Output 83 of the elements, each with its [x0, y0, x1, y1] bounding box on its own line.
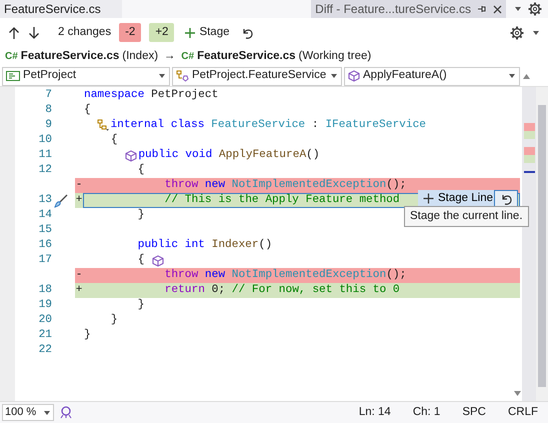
diff-marker: +	[75, 193, 83, 208]
line-number: 20	[38, 313, 52, 328]
caret-icon[interactable]	[532, 28, 540, 36]
language-label: C#	[181, 50, 194, 64]
indent-mode[interactable]: SPC	[462, 404, 486, 422]
project-icon	[6, 70, 20, 82]
code-text: public int Indexer()	[136, 238, 272, 253]
line-number: 8	[44, 103, 52, 118]
code-text: internal class FeatureService : IFeatureService	[110, 118, 426, 133]
line-number: 7	[44, 88, 52, 104]
dropdown[interactable]: PetProject	[2, 66, 170, 86]
diff-marker: +	[75, 283, 83, 298]
class-icon	[97, 119, 110, 132]
line-number: 16	[38, 238, 52, 254]
settings-icon[interactable]	[528, 2, 542, 16]
line-number: 12	[38, 163, 52, 178]
line-number: 15	[38, 223, 52, 238]
class-icon	[176, 70, 189, 82]
code-text: }	[136, 298, 144, 313]
code-text: {	[84, 103, 91, 118]
method-icon	[348, 70, 360, 82]
code-text: public void ApplyFeatureA()	[138, 148, 320, 163]
down-arrow-icon[interactable]	[28, 26, 40, 40]
vertical-scrollbar[interactable]	[536, 87, 548, 401]
caret-icon	[43, 408, 51, 416]
cursor-column[interactable]: Ch: 1	[412, 404, 440, 422]
code-text: {	[110, 133, 118, 148]
caret-icon	[508, 72, 516, 80]
code-text: namespace PetProject	[84, 88, 218, 103]
code-text: {	[136, 163, 144, 178]
cube-icon	[152, 254, 164, 266]
document-tab[interactable]: Diff - Feature...tureService.cs	[311, 0, 506, 18]
scroll-down-icon[interactable]	[513, 390, 522, 398]
zoom-dropdown[interactable]: 100 %	[2, 404, 54, 421]
diff-marker: -	[75, 178, 83, 194]
dropdown[interactable]: PetProject.FeatureService	[172, 66, 342, 86]
removed-lines-count: -2	[119, 22, 142, 42]
version-label: (Index)	[122, 48, 158, 64]
arrow-text: →	[164, 48, 176, 64]
plus-icon	[184, 26, 196, 38]
tooltip: Stage the current line.	[404, 206, 529, 228]
file-name: FeatureService.cs	[197, 48, 296, 64]
line-number: 13	[38, 193, 52, 208]
code-text: {	[136, 253, 146, 268]
diff-marker: -	[75, 268, 83, 284]
line-number: 14	[38, 208, 52, 224]
language-label: C#	[5, 50, 18, 64]
plus-icon	[423, 193, 434, 204]
caret-icon[interactable]	[514, 5, 522, 13]
line-number: 21	[38, 328, 52, 344]
line-number: 11	[38, 148, 52, 164]
caret-icon	[330, 72, 338, 80]
line-number: 10	[38, 133, 52, 148]
dropdown[interactable]: ApplyFeatureA()	[344, 66, 520, 86]
code-text: }	[136, 208, 144, 223]
code-text: }	[84, 328, 91, 343]
line-number: 22	[38, 343, 52, 358]
line-ending[interactable]: CRLF	[508, 404, 538, 422]
code-text: throw new NotImplementedException();	[164, 178, 406, 193]
up-arrow-icon[interactable]	[8, 26, 20, 40]
code-text: throw new NotImplementedException();	[164, 268, 406, 283]
document-tab[interactable]: FeatureService.cs	[0, 0, 122, 18]
scroll-up-icon[interactable]	[522, 72, 531, 80]
caret-icon	[158, 72, 166, 80]
code-text: return 0; // For now, set this to 0	[164, 283, 400, 298]
line-number: 19	[38, 298, 52, 314]
file-name: FeatureService.cs	[20, 48, 120, 64]
code-text: // This is the Apply Feature method	[164, 193, 400, 208]
change-count: 2 changes	[58, 24, 112, 40]
settings-icon[interactable]	[510, 26, 524, 40]
code-text: }	[110, 313, 118, 328]
revert-line-button[interactable]	[494, 190, 518, 207]
brush-icon	[54, 194, 68, 208]
cursor-line[interactable]: Ln: 14	[358, 404, 391, 422]
pin-icon[interactable]	[477, 4, 487, 14]
line-number: 18	[38, 283, 52, 298]
added-lines-count: +2	[149, 22, 174, 42]
line-number: 9	[44, 118, 52, 134]
stage-button[interactable]: Stage	[182, 24, 232, 42]
close-icon[interactable]	[493, 4, 502, 14]
version-label: (Working tree)	[298, 48, 372, 64]
line-number: 17	[38, 253, 52, 268]
cube-icon	[125, 150, 138, 162]
